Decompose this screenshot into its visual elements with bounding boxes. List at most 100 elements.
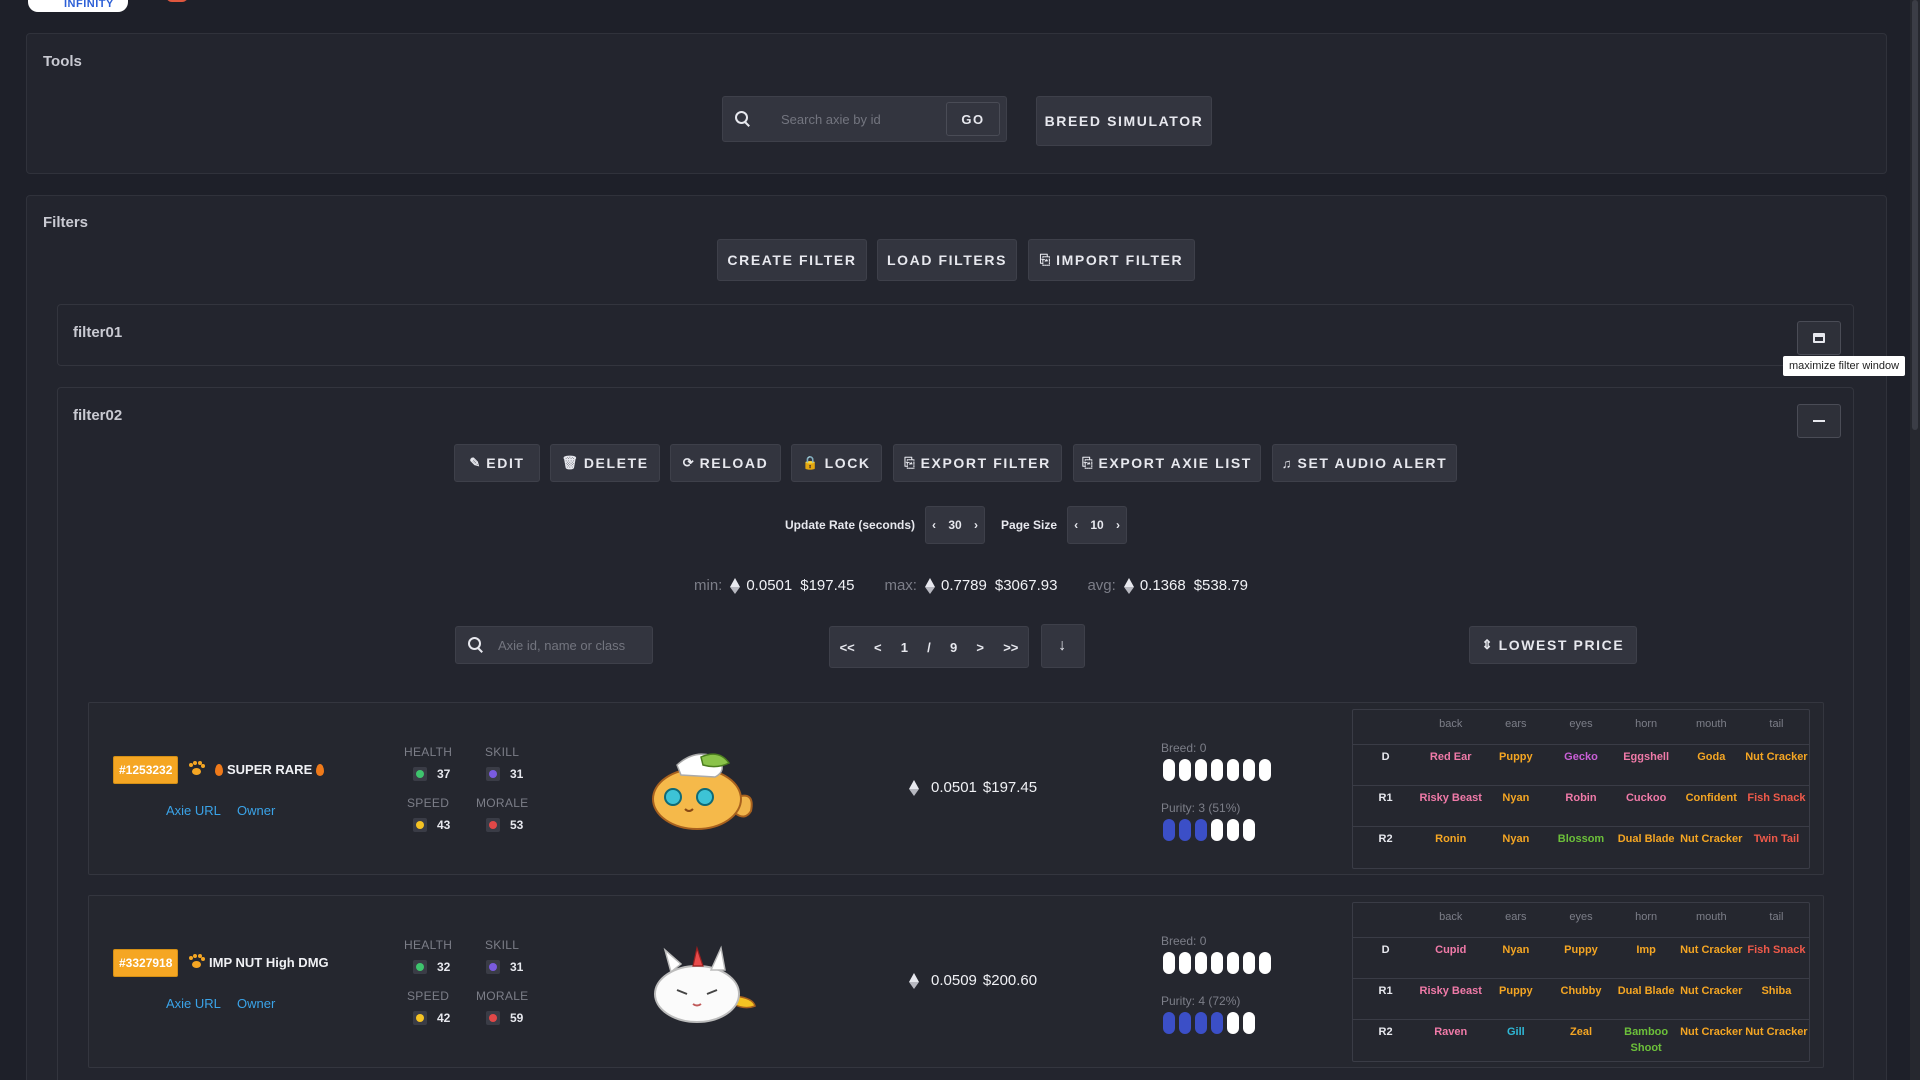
filter01-title: filter01: [73, 324, 123, 341]
purity-meter: [1163, 819, 1255, 841]
next-page-button[interactable]: >: [976, 640, 984, 655]
price-usd: $197.45: [982, 779, 1038, 796]
lock-button[interactable]: 🔒 LOCK: [791, 444, 882, 482]
gene-part: Confident: [1678, 785, 1744, 827]
first-page-button[interactable]: <<: [840, 640, 855, 655]
purity-pip: [1179, 819, 1191, 841]
speed-value: 42: [437, 1011, 451, 1025]
gene-part: Goda: [1678, 744, 1744, 786]
chevron-left-icon[interactable]: ‹: [1074, 518, 1078, 532]
update-rate-label: Update Rate (seconds): [785, 518, 916, 532]
chevron-left-icon[interactable]: ‹: [932, 518, 936, 532]
set-audio-alert-button[interactable]: ♫ SET AUDIO ALERT: [1272, 444, 1457, 482]
gene-header: back: [1418, 710, 1484, 745]
gene-header: horn: [1613, 710, 1679, 745]
update-rate-stepper[interactable]: ‹ 30 ›: [925, 506, 986, 544]
health-stat: 37: [413, 767, 450, 781]
gene-header: back: [1418, 903, 1484, 938]
breed-pip: [1227, 952, 1239, 974]
purity-label: Purity: 4 (72%): [1161, 994, 1241, 1008]
gene-part: Eggshell: [1613, 744, 1679, 786]
axie-tag-label: SUPER RARE: [227, 762, 313, 777]
price-usd: $200.60: [982, 972, 1038, 989]
gene-part: Gill: [1506, 1025, 1525, 1038]
gene-row: R2 Raven Gill Zeal Bamboo Shoot Nut Cracker Nu…: [1353, 1019, 1809, 1060]
axie-id-badge[interactable]: #3327918: [113, 949, 179, 977]
gene-rank: R1: [1353, 785, 1419, 827]
fire-icon: [215, 763, 223, 776]
gene-part: Nut Cracker: [1678, 937, 1744, 979]
speed-icon: [413, 818, 427, 832]
maximize-filter-button[interactable]: [1797, 321, 1841, 355]
page-scrollbar[interactable]: [1910, 0, 1920, 1080]
gene-part: Risky Beast: [1418, 785, 1484, 827]
import-filter-button[interactable]: ⎘ IMPORT FILTER: [1028, 239, 1195, 281]
reload-button[interactable]: ⟳ RELOAD: [670, 444, 781, 482]
gene-part: Red Ear: [1418, 744, 1484, 786]
breed-pip: [1163, 759, 1175, 781]
axie-url-link[interactable]: Axie URL: [166, 996, 221, 1011]
export-filter-button[interactable]: ⎘ EXPORT FILTER: [893, 444, 1062, 482]
current-page[interactable]: 1: [901, 640, 908, 655]
delete-button[interactable]: 🗑 DELETE: [550, 444, 660, 482]
chevron-right-icon[interactable]: ›: [1116, 518, 1120, 532]
chevron-right-icon[interactable]: ›: [974, 518, 978, 532]
page-separator: /: [927, 639, 931, 655]
sort-lowest-price-button[interactable]: ⇕ LOWEST PRICE: [1469, 626, 1637, 664]
axie-price: 0.0509 $200.60: [909, 972, 1037, 989]
gene-row: D Cupid Nyan Puppy Imp Nut Cracker Fish Snack: [1353, 937, 1809, 979]
tools-title: Tools: [43, 53, 82, 70]
owner-link[interactable]: Owner: [237, 803, 275, 818]
gene-part: Imp: [1613, 937, 1679, 979]
create-filter-label: CREATE FILTER: [727, 252, 857, 268]
page-size-stepper[interactable]: ‹ 10 ›: [1067, 506, 1128, 544]
go-button[interactable]: GO: [946, 102, 1000, 136]
delete-label: DELETE: [583, 455, 649, 471]
minimize-filter-button[interactable]: [1797, 404, 1841, 438]
scroll-down-button[interactable]: ↓: [1041, 624, 1085, 668]
skill-stat: 31: [486, 960, 523, 974]
speed-label: SPEED: [407, 989, 450, 1003]
avg-eth: 0.1368: [1139, 577, 1186, 594]
breed-simulator-button[interactable]: BREED SIMULATOR: [1036, 96, 1212, 146]
axie-image: [654, 945, 756, 1023]
gene-part: Nut Cracker: [1680, 832, 1743, 845]
skill-stat: 31: [486, 767, 523, 781]
morale-stat: 59: [486, 1011, 523, 1025]
axie-url-link[interactable]: Axie URL: [166, 803, 221, 818]
gene-part: Fish Snack: [1743, 785, 1809, 827]
breed-count-label: Breed: 0: [1161, 934, 1207, 948]
create-filter-button[interactable]: CREATE FILTER: [717, 239, 867, 281]
purity-pip: [1243, 819, 1255, 841]
last-page-button[interactable]: >>: [1003, 640, 1018, 655]
filter01-panel: filter01: [57, 304, 1854, 366]
axie-list-search-input[interactable]: [498, 637, 648, 653]
prev-page-button[interactable]: <: [874, 640, 882, 655]
gene-header: mouth: [1678, 903, 1744, 938]
music-icon: ♫: [1281, 455, 1292, 471]
breed-pip: [1195, 952, 1207, 974]
gene-rank: R1: [1353, 978, 1419, 1020]
window-maximize-icon: [1813, 333, 1825, 343]
purity-pip: [1163, 1012, 1175, 1034]
page-size-label: Page Size: [1001, 518, 1058, 532]
axie-id-badge[interactable]: #1253232: [113, 756, 179, 784]
max-eth: 0.7789: [940, 577, 987, 594]
gene-part: Twin Tail: [1753, 832, 1800, 845]
purity-pip: [1243, 1012, 1255, 1034]
axie-id-input[interactable]: [781, 111, 931, 127]
update-settings: Update Rate (seconds) ‹ 30 › Page Size ‹…: [785, 506, 1128, 544]
scrollbar-thumb[interactable]: [1912, 0, 1918, 430]
load-filters-button[interactable]: LOAD FILTERS: [877, 239, 1017, 281]
export-axie-list-button[interactable]: ⎘ EXPORT AXIE LIST: [1073, 444, 1261, 482]
eth-icon: [730, 577, 741, 594]
speed-stat: 42: [413, 1011, 450, 1025]
owner-link[interactable]: Owner: [237, 996, 275, 1011]
gene-part: Nyan: [1502, 832, 1530, 845]
file-import-icon: ⎘: [1039, 252, 1051, 267]
export-filter-label: EXPORT FILTER: [920, 455, 1051, 471]
edit-button[interactable]: ✎ EDIT: [454, 444, 540, 482]
morale-label: MORALE: [476, 989, 529, 1003]
gene-header: tail: [1743, 903, 1809, 938]
app-logo: INFINITY: [28, 0, 188, 12]
